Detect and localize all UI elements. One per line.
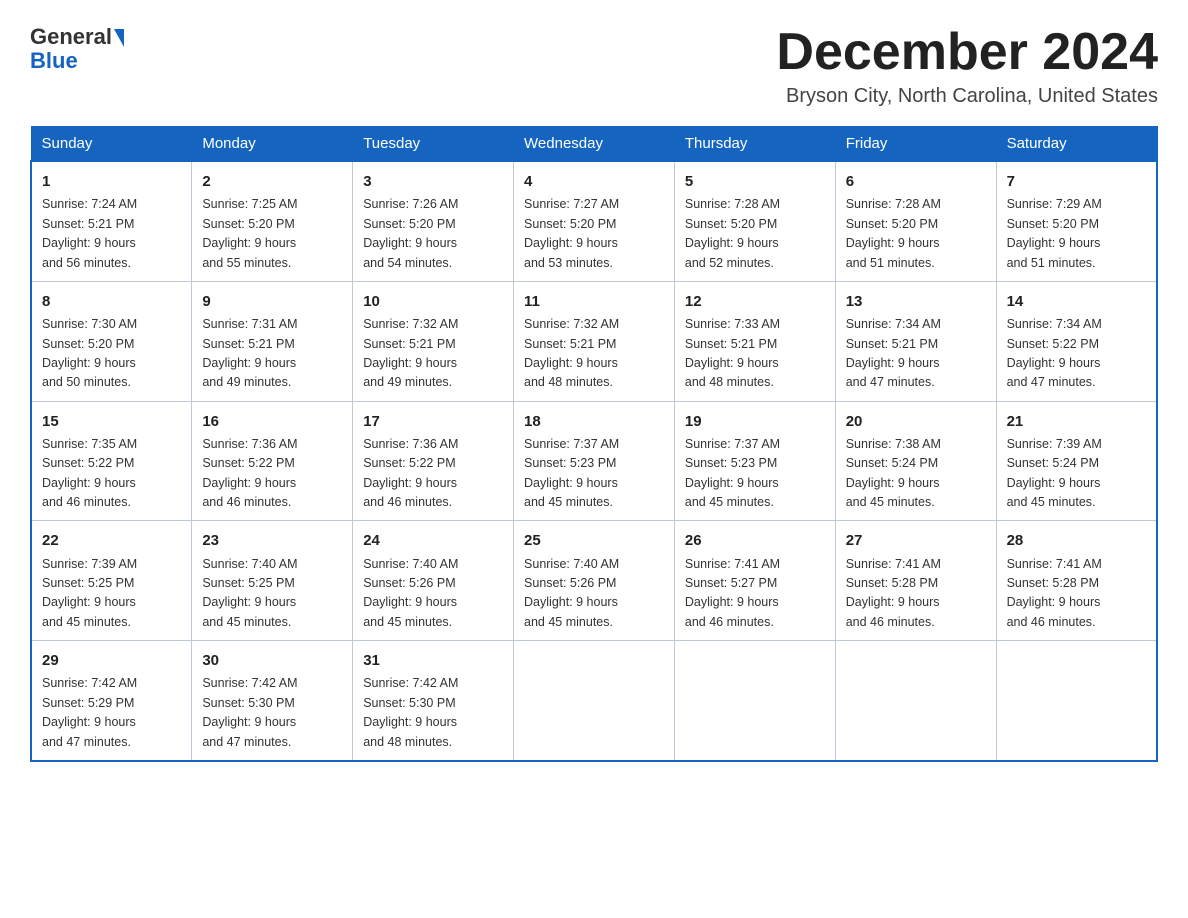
calendar-cell: 8Sunrise: 7:30 AMSunset: 5:20 PMDaylight… <box>31 281 192 401</box>
column-header-wednesday: Wednesday <box>514 127 675 162</box>
logo-blue-text: Blue <box>30 48 78 73</box>
calendar-week-row: 22Sunrise: 7:39 AMSunset: 5:25 PMDayligh… <box>31 521 1157 641</box>
calendar-cell: 10Sunrise: 7:32 AMSunset: 5:21 PMDayligh… <box>353 281 514 401</box>
day-number: 11 <box>524 290 664 313</box>
calendar-cell: 9Sunrise: 7:31 AMSunset: 5:21 PMDaylight… <box>192 281 353 401</box>
logo-general-text: General <box>30 24 112 50</box>
location-text: Bryson City, North Carolina, United Stat… <box>776 85 1158 108</box>
calendar-cell: 7Sunrise: 7:29 AMSunset: 5:20 PMDaylight… <box>996 161 1157 281</box>
title-area: December 2024 Bryson City, North Carolin… <box>776 24 1158 108</box>
day-number: 27 <box>846 529 986 552</box>
calendar-cell: 4Sunrise: 7:27 AMSunset: 5:20 PMDaylight… <box>514 161 675 281</box>
column-header-thursday: Thursday <box>674 127 835 162</box>
day-number: 3 <box>363 170 503 193</box>
day-number: 2 <box>202 170 342 193</box>
day-number: 16 <box>202 410 342 433</box>
column-header-saturday: Saturday <box>996 127 1157 162</box>
calendar-cell: 23Sunrise: 7:40 AMSunset: 5:25 PMDayligh… <box>192 521 353 641</box>
day-number: 1 <box>42 170 181 193</box>
day-number: 28 <box>1007 529 1146 552</box>
month-title: December 2024 <box>776 24 1158 81</box>
calendar-cell: 26Sunrise: 7:41 AMSunset: 5:27 PMDayligh… <box>674 521 835 641</box>
day-number: 30 <box>202 649 342 672</box>
calendar-cell: 16Sunrise: 7:36 AMSunset: 5:22 PMDayligh… <box>192 401 353 521</box>
calendar-cell: 28Sunrise: 7:41 AMSunset: 5:28 PMDayligh… <box>996 521 1157 641</box>
calendar-cell: 20Sunrise: 7:38 AMSunset: 5:24 PMDayligh… <box>835 401 996 521</box>
day-number: 31 <box>363 649 503 672</box>
calendar-week-row: 8Sunrise: 7:30 AMSunset: 5:20 PMDaylight… <box>31 281 1157 401</box>
day-number: 8 <box>42 290 181 313</box>
day-number: 14 <box>1007 290 1146 313</box>
calendar-cell: 5Sunrise: 7:28 AMSunset: 5:20 PMDaylight… <box>674 161 835 281</box>
calendar-table: SundayMondayTuesdayWednesdayThursdayFrid… <box>30 126 1158 762</box>
calendar-cell: 19Sunrise: 7:37 AMSunset: 5:23 PMDayligh… <box>674 401 835 521</box>
column-header-tuesday: Tuesday <box>353 127 514 162</box>
logo-triangle-icon <box>114 29 124 47</box>
day-number: 5 <box>685 170 825 193</box>
day-number: 4 <box>524 170 664 193</box>
day-number: 12 <box>685 290 825 313</box>
calendar-cell: 31Sunrise: 7:42 AMSunset: 5:30 PMDayligh… <box>353 641 514 761</box>
calendar-cell: 3Sunrise: 7:26 AMSunset: 5:20 PMDaylight… <box>353 161 514 281</box>
calendar-cell: 13Sunrise: 7:34 AMSunset: 5:21 PMDayligh… <box>835 281 996 401</box>
day-number: 23 <box>202 529 342 552</box>
calendar-cell: 22Sunrise: 7:39 AMSunset: 5:25 PMDayligh… <box>31 521 192 641</box>
column-header-friday: Friday <box>835 127 996 162</box>
day-number: 21 <box>1007 410 1146 433</box>
day-number: 18 <box>524 410 664 433</box>
day-number: 19 <box>685 410 825 433</box>
calendar-cell: 1Sunrise: 7:24 AMSunset: 5:21 PMDaylight… <box>31 161 192 281</box>
calendar-week-row: 29Sunrise: 7:42 AMSunset: 5:29 PMDayligh… <box>31 641 1157 761</box>
calendar-cell: 21Sunrise: 7:39 AMSunset: 5:24 PMDayligh… <box>996 401 1157 521</box>
day-number: 24 <box>363 529 503 552</box>
calendar-cell: 27Sunrise: 7:41 AMSunset: 5:28 PMDayligh… <box>835 521 996 641</box>
column-header-sunday: Sunday <box>31 127 192 162</box>
calendar-cell: 29Sunrise: 7:42 AMSunset: 5:29 PMDayligh… <box>31 641 192 761</box>
day-number: 22 <box>42 529 181 552</box>
calendar-cell: 14Sunrise: 7:34 AMSunset: 5:22 PMDayligh… <box>996 281 1157 401</box>
calendar-header-row: SundayMondayTuesdayWednesdayThursdayFrid… <box>31 127 1157 162</box>
calendar-week-row: 1Sunrise: 7:24 AMSunset: 5:21 PMDaylight… <box>31 161 1157 281</box>
day-number: 7 <box>1007 170 1146 193</box>
day-number: 29 <box>42 649 181 672</box>
calendar-cell <box>514 641 675 761</box>
calendar-cell: 30Sunrise: 7:42 AMSunset: 5:30 PMDayligh… <box>192 641 353 761</box>
calendar-week-row: 15Sunrise: 7:35 AMSunset: 5:22 PMDayligh… <box>31 401 1157 521</box>
calendar-cell <box>835 641 996 761</box>
column-header-monday: Monday <box>192 127 353 162</box>
calendar-cell: 15Sunrise: 7:35 AMSunset: 5:22 PMDayligh… <box>31 401 192 521</box>
calendar-cell: 18Sunrise: 7:37 AMSunset: 5:23 PMDayligh… <box>514 401 675 521</box>
page-header: General Blue December 2024 Bryson City, … <box>30 24 1158 108</box>
day-number: 10 <box>363 290 503 313</box>
calendar-cell <box>674 641 835 761</box>
calendar-cell: 25Sunrise: 7:40 AMSunset: 5:26 PMDayligh… <box>514 521 675 641</box>
calendar-cell: 11Sunrise: 7:32 AMSunset: 5:21 PMDayligh… <box>514 281 675 401</box>
calendar-cell <box>996 641 1157 761</box>
calendar-cell: 2Sunrise: 7:25 AMSunset: 5:20 PMDaylight… <box>192 161 353 281</box>
day-number: 6 <box>846 170 986 193</box>
day-number: 26 <box>685 529 825 552</box>
calendar-cell: 6Sunrise: 7:28 AMSunset: 5:20 PMDaylight… <box>835 161 996 281</box>
logo: General Blue <box>30 24 124 74</box>
day-number: 13 <box>846 290 986 313</box>
day-number: 20 <box>846 410 986 433</box>
calendar-cell: 12Sunrise: 7:33 AMSunset: 5:21 PMDayligh… <box>674 281 835 401</box>
day-number: 15 <box>42 410 181 433</box>
calendar-cell: 17Sunrise: 7:36 AMSunset: 5:22 PMDayligh… <box>353 401 514 521</box>
calendar-cell: 24Sunrise: 7:40 AMSunset: 5:26 PMDayligh… <box>353 521 514 641</box>
day-number: 17 <box>363 410 503 433</box>
day-number: 25 <box>524 529 664 552</box>
day-number: 9 <box>202 290 342 313</box>
